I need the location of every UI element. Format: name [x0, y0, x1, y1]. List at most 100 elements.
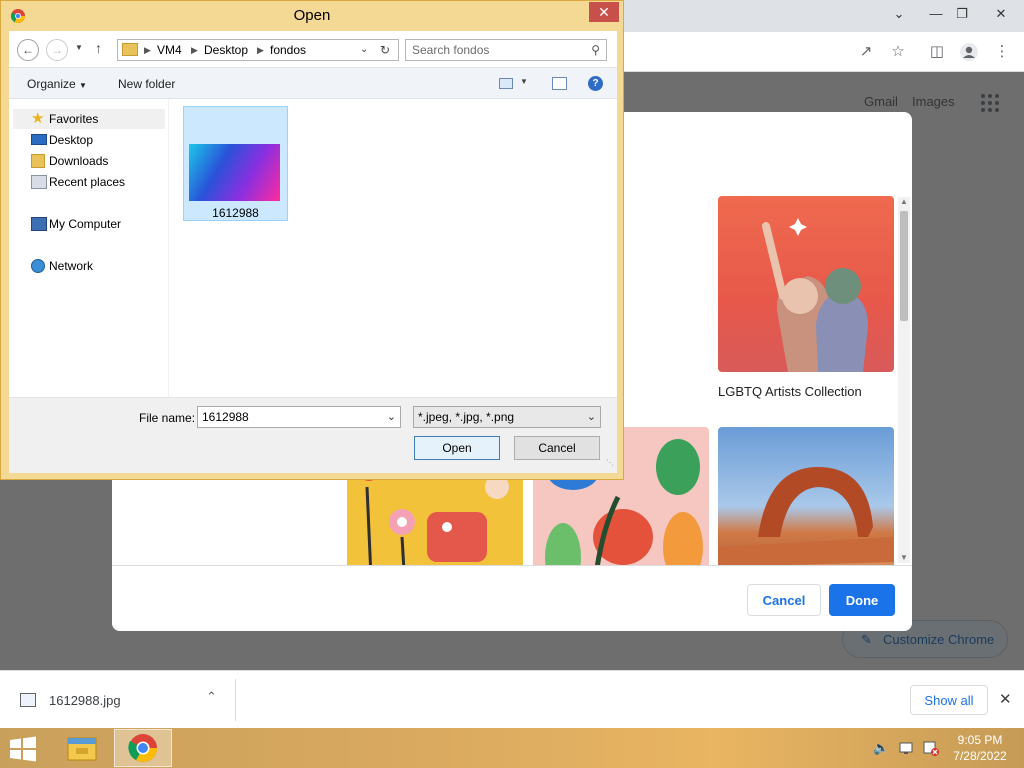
open-button[interactable]: Open: [414, 436, 500, 460]
side-panel-icon[interactable]: ◫: [926, 42, 948, 62]
download-bar: 1612988.jpg ⌃ Show all ✕: [0, 670, 1024, 728]
recent-locations-icon[interactable]: ▼: [75, 43, 83, 52]
customize-chrome-label: Customize Chrome: [883, 632, 995, 647]
recent-places-icon: [31, 175, 47, 189]
resize-grip-icon[interactable]: ⋱: [606, 458, 614, 467]
back-arrow-icon[interactable]: ←: [17, 39, 39, 61]
search-placeholder: Search fondos: [412, 43, 490, 57]
chrome-menu-icon[interactable]: ⋮: [991, 42, 1013, 62]
nav-item-my-computer[interactable]: My Computer: [13, 214, 165, 234]
breadcrumb-fondos[interactable]: fondos: [270, 40, 306, 60]
divider: [235, 679, 236, 721]
file-item-name: 1612988: [212, 206, 259, 220]
google-apps-icon[interactable]: [981, 94, 999, 112]
breadcrumb-separator-icon: ▶: [191, 45, 198, 55]
customize-cancel-button[interactable]: Cancel: [747, 584, 821, 616]
forward-arrow-icon[interactable]: →: [46, 39, 68, 61]
folder-icon: [122, 43, 138, 56]
lgbtq-artwork: [762, 218, 868, 372]
tile-label-lgbtq: LGBTQ Artists Collection: [718, 384, 862, 399]
organize-dropdown-icon: ▼: [79, 81, 87, 90]
chevron-down-icon[interactable]: ⌄: [387, 407, 396, 427]
address-bar[interactable]: ▶ VM4 ▶ Desktop ▶ fondos ⌄ ↻: [117, 39, 399, 61]
file-type-select[interactable]: *.jpeg, *.jpg, *.png ⌄: [413, 406, 601, 428]
breadcrumb-vm4[interactable]: VM4: [157, 40, 182, 60]
cancel-button[interactable]: Cancel: [514, 436, 600, 460]
close-download-bar-icon[interactable]: ✕: [999, 690, 1012, 708]
network-icon: [31, 259, 45, 273]
refresh-icon[interactable]: ↻: [380, 40, 390, 60]
action-center-alert-icon[interactable]: [922, 740, 940, 756]
dialog-body: ← → ▼ ↑ ▶ VM4 ▶ Desktop ▶ fondos ⌄ ↻ Sea…: [9, 31, 617, 473]
search-icon: ⚲: [591, 43, 600, 57]
chevron-down-icon[interactable]: ⌄: [587, 407, 596, 427]
scroll-down-icon[interactable]: ▼: [900, 553, 908, 562]
background-tile-arch[interactable]: [718, 427, 894, 565]
organize-button[interactable]: Organize ▼: [27, 77, 87, 91]
tab-search-icon[interactable]: ⌄: [888, 4, 910, 24]
navigation-bar: ← → ▼ ↑ ▶ VM4 ▶ Desktop ▶ fondos ⌄ ↻ Sea…: [9, 31, 617, 67]
nav-item-recent-places[interactable]: Recent places: [13, 172, 165, 192]
command-bar: Organize ▼ New folder ▼ ?: [9, 67, 617, 99]
breadcrumb-separator-icon: ▶: [144, 45, 151, 55]
windows-taskbar: 🔈 9:05 PM 7/28/2022: [0, 728, 1024, 768]
file-list: 1612988: [169, 99, 617, 397]
dialog-title: Open: [293, 7, 331, 24]
search-input[interactable]: Search fondos ⚲: [405, 39, 607, 61]
open-file-dialog: Open ✕ ← → ▼ ↑ ▶ VM4 ▶ Desktop ▶ fondos …: [0, 0, 624, 480]
chevron-up-icon[interactable]: ⌃: [206, 689, 217, 705]
arch-artwork: [718, 467, 894, 565]
nav-item-favorites[interactable]: ★ Favorites: [13, 109, 165, 129]
clock-time: 9:05 PM: [957, 733, 1003, 747]
show-all-button[interactable]: Show all: [910, 685, 988, 715]
windows-start-icon[interactable]: [8, 736, 38, 762]
chrome-icon: [128, 734, 157, 762]
nav-item-desktop[interactable]: Desktop: [13, 130, 165, 150]
nav-item-downloads[interactable]: Downloads: [13, 151, 165, 171]
profile-avatar-icon[interactable]: [958, 42, 980, 62]
file-explorer-icon[interactable]: [60, 730, 104, 766]
desktop-icon: [31, 134, 47, 145]
clock-date: 7/28/2022: [953, 749, 1007, 763]
background-tile-lgbtq[interactable]: [718, 196, 894, 372]
computer-icon: [31, 217, 47, 231]
file-thumbnail: [189, 144, 280, 201]
restore-icon[interactable]: ❐: [951, 4, 973, 24]
change-view-icon[interactable]: [499, 78, 513, 89]
share-icon[interactable]: ↗: [855, 42, 877, 62]
dialog-footer: File name: 1612988 ⌄ *.jpeg, *.jpg, *.pn…: [9, 397, 617, 473]
downloads-icon: [31, 154, 45, 168]
images-link[interactable]: Images: [912, 94, 955, 109]
star-icon: ★: [31, 110, 45, 127]
scroll-up-icon[interactable]: ▲: [900, 197, 908, 206]
file-name-label: File name:: [139, 411, 196, 425]
speaker-muted-icon[interactable]: 🔈: [873, 740, 891, 756]
up-arrow-icon[interactable]: ↑: [95, 40, 102, 56]
system-clock[interactable]: 9:05 PM 7/28/2022: [948, 732, 1012, 764]
address-dropdown-icon[interactable]: ⌄: [360, 40, 368, 60]
file-item[interactable]: 1612988: [183, 106, 288, 221]
nav-item-network[interactable]: Network: [13, 256, 165, 276]
chrome-taskbar-button[interactable]: [114, 729, 172, 767]
minimize-icon[interactable]: —: [925, 4, 947, 24]
download-file-name[interactable]: 1612988.jpg: [49, 693, 121, 708]
dialog-title-bar[interactable]: Open ✕: [1, 1, 623, 31]
customize-footer: Cancel Done: [112, 565, 912, 631]
file-name-input[interactable]: 1612988 ⌄: [197, 406, 401, 428]
preview-pane-icon[interactable]: [552, 77, 567, 90]
image-file-icon: [20, 693, 36, 707]
dialog-close-button[interactable]: ✕: [589, 2, 619, 22]
gmail-link[interactable]: Gmail: [864, 94, 898, 109]
window-close-icon[interactable]: ✕: [990, 4, 1012, 24]
help-icon[interactable]: ?: [588, 76, 603, 91]
view-dropdown-icon[interactable]: ▼: [520, 77, 528, 86]
breadcrumb-desktop[interactable]: Desktop: [204, 40, 248, 60]
network-tray-icon[interactable]: [898, 740, 916, 756]
background-grid-scrollbar[interactable]: ▲ ▼: [898, 197, 910, 563]
new-folder-button[interactable]: New folder: [118, 77, 175, 91]
scrollbar-thumb[interactable]: [900, 211, 908, 321]
navigation-pane: ★ Favorites Desktop Downloads Recent pla…: [9, 99, 169, 397]
breadcrumb-separator-icon: ▶: [257, 45, 264, 55]
bookmark-star-icon[interactable]: ☆: [887, 42, 909, 62]
customize-done-button[interactable]: Done: [829, 584, 895, 616]
